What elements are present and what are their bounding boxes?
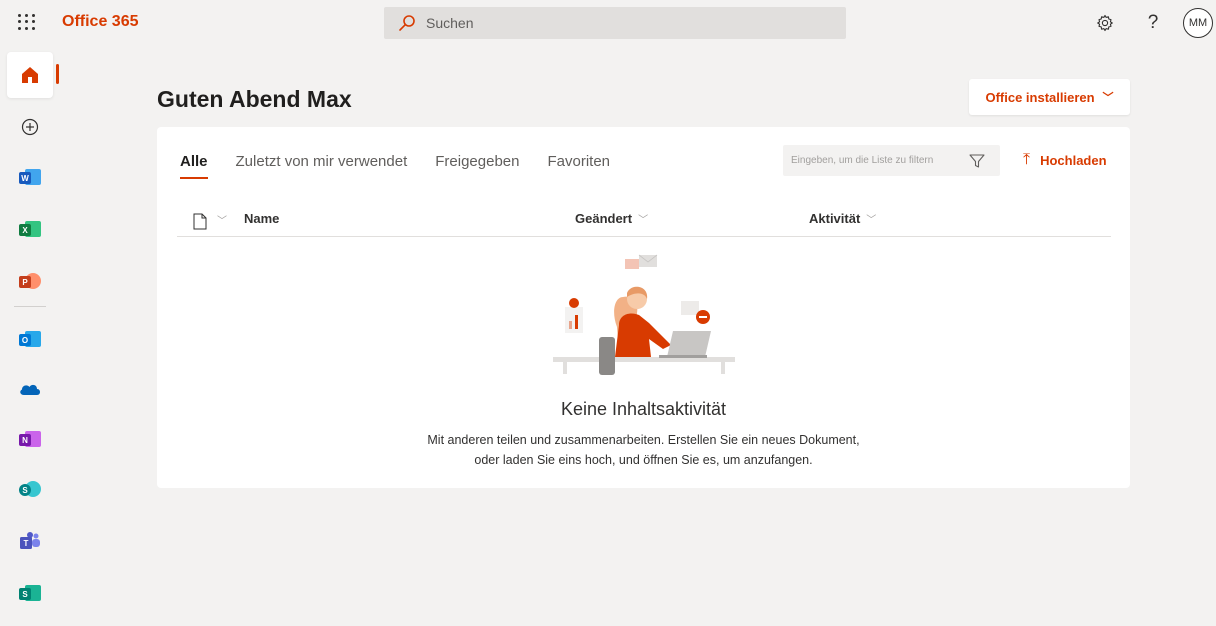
tab-all[interactable]: Alle xyxy=(180,153,208,179)
document-tabs: Alle Zuletzt von mir verwendet Freigegeb… xyxy=(180,153,638,179)
column-name-label: Name xyxy=(244,211,280,226)
empty-state-line-2: oder laden Sie eins hoch, und öffnen Sie… xyxy=(474,453,813,467)
chevron-down-icon: ﹀ xyxy=(1102,92,1114,104)
upload-label: Hochladen xyxy=(1040,152,1107,168)
powerpoint-icon: P xyxy=(19,272,41,290)
rail-item-sharepoint[interactable]: S xyxy=(7,466,53,512)
search-box[interactable] xyxy=(384,7,846,39)
upload-button[interactable]: ⤒ Hochladen xyxy=(1023,151,1107,169)
rail-item-home[interactable] xyxy=(7,52,53,98)
install-office-label: Office installieren xyxy=(985,89,1095,105)
rail-item-create[interactable] xyxy=(7,104,53,150)
page-title: Guten Abend Max xyxy=(157,86,352,112)
excel-icon: X xyxy=(19,220,41,238)
search-icon xyxy=(399,15,415,31)
rail-item-word[interactable]: W xyxy=(7,154,53,200)
add-circle-icon xyxy=(21,118,39,136)
empty-state-title: Keine Inhaltsaktivität xyxy=(560,399,727,419)
word-icon: W xyxy=(19,168,41,186)
svg-text:T: T xyxy=(24,539,29,548)
settings-button[interactable] xyxy=(1092,10,1118,36)
teams-icon: T xyxy=(20,532,40,549)
rail-divider xyxy=(14,306,46,307)
rail-item-onedrive[interactable] xyxy=(7,366,53,412)
avatar[interactable]: MM xyxy=(1183,8,1213,38)
column-modified-label: Geändert xyxy=(575,211,633,226)
tab-shared[interactable]: Freigegeben xyxy=(435,153,519,179)
filter-box[interactable] xyxy=(783,145,1000,176)
install-office-button[interactable]: Office installieren ﹀ xyxy=(969,79,1130,115)
upload-icon: ⤒ xyxy=(1023,151,1031,168)
home-icon xyxy=(22,67,38,83)
column-modified[interactable]: Geändert ﹀ xyxy=(575,211,648,226)
chevron-down-icon: ﹀ xyxy=(866,215,877,226)
rail-item-outlook[interactable]: O xyxy=(7,316,53,362)
brand-title[interactable]: Office 365 xyxy=(62,13,138,31)
column-activity[interactable]: Aktivität ﹀ xyxy=(809,211,876,226)
outlook-icon: O xyxy=(19,330,41,348)
onenote-icon: N xyxy=(19,430,41,448)
onedrive-icon xyxy=(20,384,40,395)
rail-item-powerpoint[interactable]: P xyxy=(7,258,53,304)
rail-item-onenote[interactable]: N xyxy=(7,416,53,462)
gear-icon xyxy=(1097,14,1113,32)
tab-favorites[interactable]: Favoriten xyxy=(547,153,610,179)
column-name[interactable]: Name xyxy=(244,211,279,226)
filter-icon[interactable] xyxy=(969,153,985,169)
search-input[interactable] xyxy=(426,15,806,31)
file-type-chevron-icon[interactable]: ﹀ xyxy=(217,212,227,227)
rail-item-teams[interactable]: T xyxy=(7,518,53,564)
app-launcher-icon[interactable] xyxy=(16,12,36,32)
help-icon: ? xyxy=(1147,12,1159,33)
column-activity-label: Aktivität xyxy=(809,211,861,226)
help-button[interactable]: ? xyxy=(1140,10,1166,36)
rail-item-sway[interactable]: S xyxy=(7,570,53,616)
empty-state-description: Mit anderen teilen und zusammenarbeiten.… xyxy=(157,430,1130,470)
sharepoint-icon: S xyxy=(19,480,41,498)
empty-state-line-1: Mit anderen teilen und zusammenarbeiten.… xyxy=(427,433,860,447)
sway-icon: S xyxy=(19,584,41,602)
rail-item-excel[interactable]: X xyxy=(7,206,53,252)
list-header: ﹀ Name Geändert ﹀ Aktivität ﹀ xyxy=(177,205,1111,237)
filter-input[interactable] xyxy=(791,155,969,166)
app-rail: W X P O N S T S xyxy=(0,46,60,626)
empty-state-illustration xyxy=(553,254,735,375)
active-indicator xyxy=(56,64,59,84)
tab-recent[interactable]: Zuletzt von mir verwendet xyxy=(236,153,408,179)
file-type-icon[interactable] xyxy=(193,213,207,230)
documents-card: Alle Zuletzt von mir verwendet Freigegeb… xyxy=(157,127,1130,488)
chevron-down-icon: ﹀ xyxy=(638,215,649,226)
top-bar: Office 365 ? MM xyxy=(0,0,1216,46)
